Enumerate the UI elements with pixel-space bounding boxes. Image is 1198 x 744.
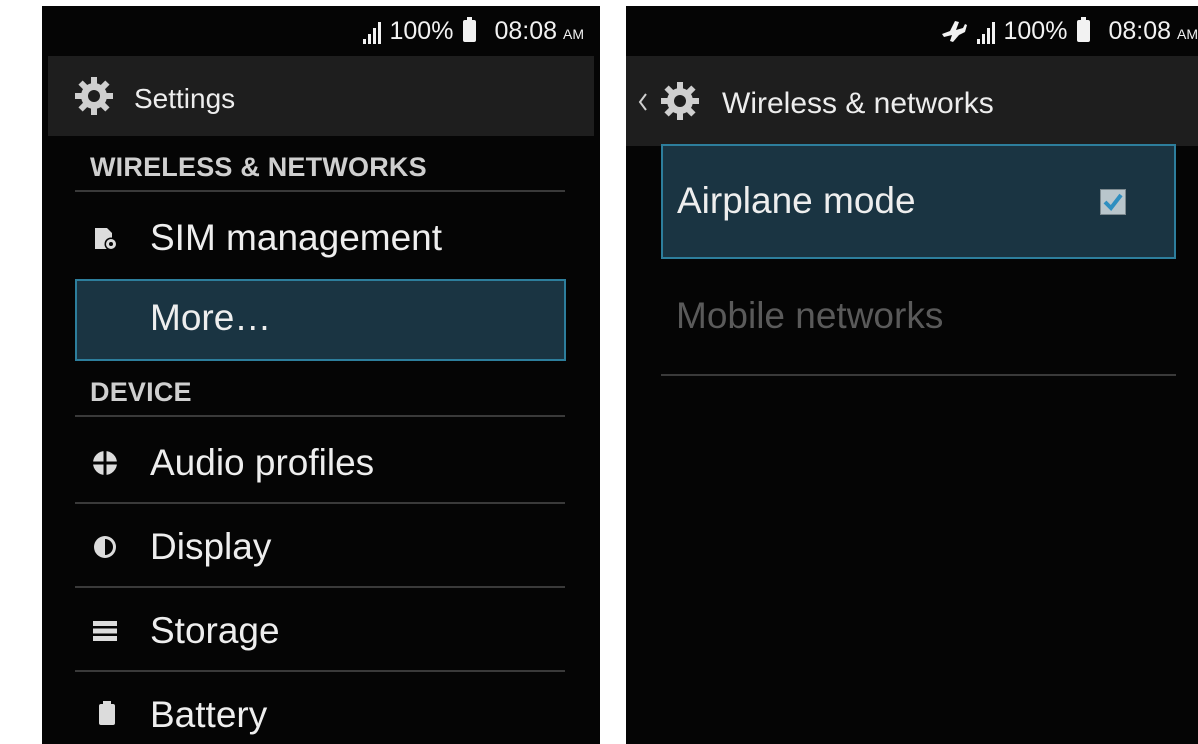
menu-item-storage[interactable]: Storage (150, 610, 280, 652)
menu-item-sim-management[interactable]: SIM management (150, 217, 442, 259)
section-header-wireless: WIRELESS & NETWORKS (90, 152, 427, 182)
signal-icon (363, 22, 382, 44)
clock-time: 08:08 (1108, 17, 1171, 45)
airplane-mode-row[interactable]: Airplane mode (661, 144, 1176, 259)
menu-item-battery[interactable]: Battery (150, 694, 267, 736)
back-chevron-icon[interactable] (638, 92, 648, 112)
settings-screen: 100% 08:08 AM Settings WIRELESS & NETWOR… (42, 6, 600, 744)
battery-percent: 100% (1003, 17, 1068, 45)
menu-item-more[interactable]: More… (75, 279, 566, 361)
clock-ampm: AM (1177, 26, 1198, 42)
clock-ampm: AM (563, 26, 584, 42)
clock-time: 08:08 (494, 17, 557, 45)
menu-item-more-label: More… (150, 297, 272, 338)
mobile-networks-item: Mobile networks (676, 295, 944, 336)
status-bar: 100% 08:08 AM (42, 6, 600, 56)
settings-gear-icon[interactable] (660, 81, 700, 121)
checkmark-icon (1103, 193, 1123, 212)
airplane-mode-checkbox[interactable] (1100, 189, 1126, 215)
battery-status-icon (463, 17, 477, 42)
page-title: Settings (134, 83, 236, 114)
signal-icon (977, 22, 996, 44)
audio-profiles-icon (92, 450, 118, 476)
divider (75, 502, 565, 504)
status-icons: 100% 08:08 AM (363, 17, 584, 45)
divider (75, 190, 565, 192)
settings-gear-icon[interactable] (74, 76, 114, 116)
menu-item-audio-profiles[interactable]: Audio profiles (150, 442, 374, 484)
action-bar: Settings (48, 56, 594, 136)
divider (75, 586, 565, 588)
action-bar: Wireless & networks (626, 56, 1198, 146)
battery-status-icon (1077, 17, 1091, 42)
status-bar: 100% 08:08 AM (626, 6, 1198, 56)
storage-icon (93, 621, 117, 641)
divider (661, 374, 1176, 376)
page-title: Wireless & networks (722, 87, 994, 120)
battery-icon (99, 701, 115, 725)
divider (75, 415, 565, 417)
display-brightness-icon (94, 536, 116, 558)
section-header-device: DEVICE (90, 377, 192, 407)
status-icons: 100% 08:08 AM (939, 17, 1198, 45)
wireless-networks-screen: 100% 08:08 AM Wireless & networks Airpla… (626, 6, 1198, 744)
airplane-mode-label: Airplane mode (677, 180, 916, 221)
airplane-mode-status-icon (942, 21, 968, 42)
battery-percent: 100% (389, 17, 454, 45)
divider (75, 670, 565, 672)
sim-card-icon (95, 228, 118, 251)
menu-item-display[interactable]: Display (150, 526, 271, 568)
